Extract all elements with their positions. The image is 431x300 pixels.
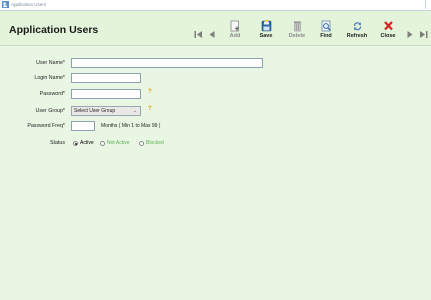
previous-icon (209, 31, 215, 38)
user-group-row: User Group* Select User Group ⌄ ? (0, 106, 431, 118)
radio-icon (139, 140, 144, 146)
close-icon (383, 21, 393, 31)
user-name-input[interactable] (71, 58, 263, 68)
user-group-help-icon[interactable]: ? (148, 106, 152, 112)
user-group-selected: Select User Group (74, 108, 116, 114)
password-row: Password* ? (0, 89, 431, 101)
user-group-select[interactable]: Select User Group ⌄ (71, 106, 141, 116)
previous-record-button[interactable] (208, 30, 216, 39)
last-record-button[interactable] (419, 30, 429, 39)
status-not-active-label: Not Active (107, 140, 130, 146)
save-label: Save (259, 33, 273, 39)
add-label: Add (229, 33, 241, 39)
password-freq-note: Months ( Min 1 to Max 99 ) (101, 123, 161, 129)
first-icon (194, 31, 196, 38)
radio-icon (100, 140, 105, 146)
login-name-input[interactable] (71, 73, 141, 83)
status-label: Status (49, 140, 65, 146)
add-button[interactable]: Add (220, 20, 250, 39)
password-freq-input[interactable] (71, 121, 95, 131)
password-label: Password* (39, 91, 65, 97)
page-title: Application Users (9, 24, 99, 36)
close-label: Close (380, 33, 396, 39)
window-title: Application Users (11, 2, 47, 7)
status-active-radio[interactable]: Active (73, 140, 94, 146)
save-button[interactable]: Save (251, 20, 281, 39)
next-record-button[interactable] (406, 30, 414, 39)
header-bar: Application Users Add Save Delete Find R… (0, 11, 431, 46)
window-control-button[interactable] (425, 0, 431, 9)
last-icon (420, 31, 425, 38)
login-name-label: Login Name* (34, 75, 65, 81)
password-input[interactable] (71, 89, 141, 99)
radio-selected-icon (73, 140, 78, 146)
refresh-label: Refresh (346, 33, 368, 39)
status-blocked-radio[interactable]: Blocked (139, 140, 164, 146)
refresh-button[interactable]: Refresh (342, 20, 372, 39)
find-icon (321, 20, 331, 32)
user-name-row: User Name* (0, 58, 431, 70)
user-group-label: User Group* (35, 108, 65, 114)
window-titlebar: Application Users (0, 0, 431, 11)
user-name-label: User Name* (36, 60, 65, 66)
refresh-icon (353, 22, 361, 31)
status-active-label: Active (80, 140, 94, 146)
delete-label: Delete (288, 33, 306, 39)
status-blocked-label: Blocked (146, 140, 164, 146)
first-record-button[interactable] (194, 30, 203, 39)
delete-button[interactable]: Delete (282, 20, 312, 39)
find-button[interactable]: Find (311, 20, 341, 39)
app-icon (2, 1, 9, 8)
password-help-icon[interactable]: ? (148, 89, 152, 95)
delete-icon (293, 21, 301, 32)
find-label: Find (320, 33, 332, 39)
status-row: Status Active Not Active Blocked (0, 138, 431, 150)
password-freq-row: Password Freq* Months ( Min 1 to Max 99 … (0, 121, 431, 133)
next-icon (407, 31, 413, 38)
add-icon (230, 20, 239, 32)
password-freq-label: Password Freq* (27, 123, 65, 129)
close-button[interactable]: Close (373, 20, 403, 39)
save-icon (261, 20, 271, 32)
status-not-active-radio[interactable]: Not Active (100, 140, 130, 146)
chevron-down-icon: ⌄ (132, 108, 137, 114)
login-name-row: Login Name* (0, 73, 431, 85)
